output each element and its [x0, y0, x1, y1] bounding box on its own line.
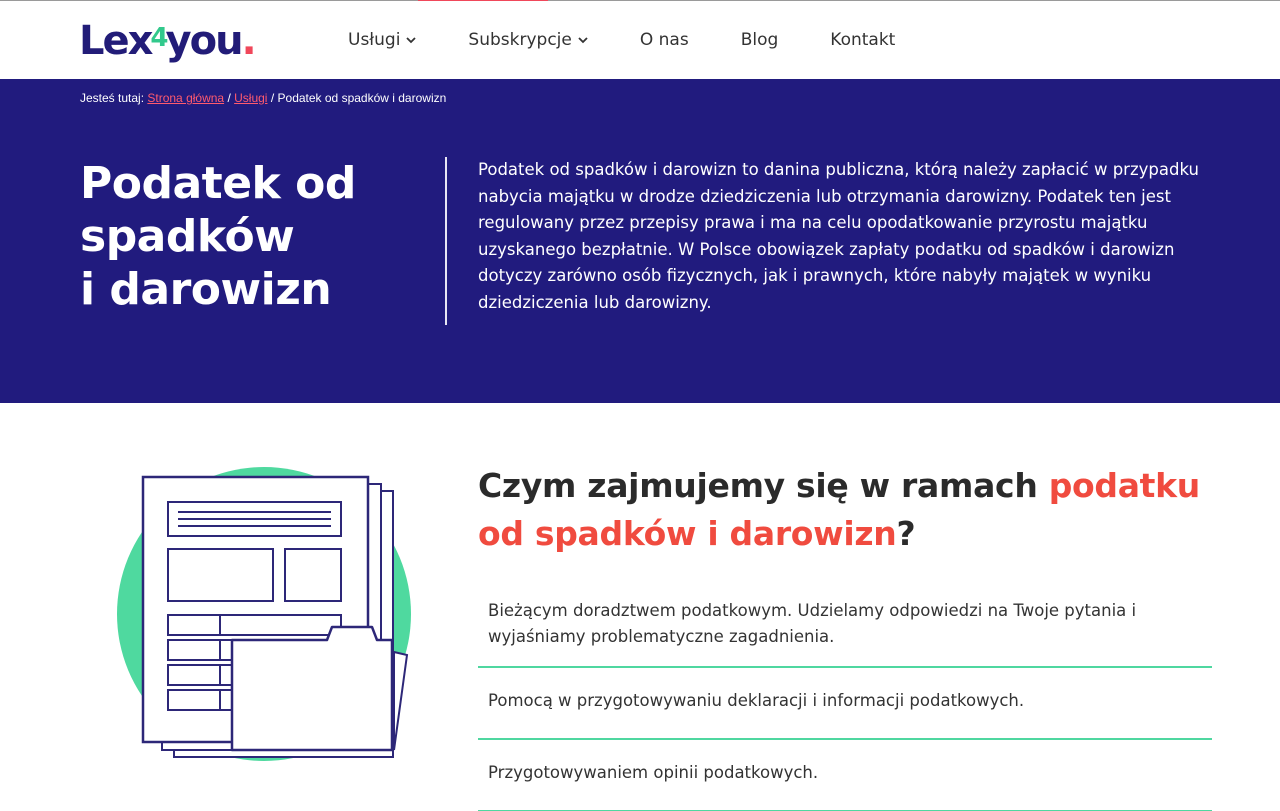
list-item: Przygotowywaniem opinii podatkowych. [478, 740, 1212, 811]
section-title-end: ? [896, 514, 916, 553]
page-title-line: i darowizn [80, 264, 332, 315]
page-title: Podatek od spadków i darowizn [80, 157, 410, 316]
logo-text-lex: Lex [79, 18, 153, 64]
section-title: Czym zajmujemy się w ramach podatku od s… [478, 462, 1238, 558]
page-title-line: Podatek od [80, 158, 356, 209]
breadcrumb-prefix: Jesteś tutaj: [80, 91, 145, 105]
breadcrumb-current: Podatek od spadków i darowizn [277, 91, 447, 105]
hero-divider [445, 157, 447, 325]
list-item: Bieżącym doradztwem podatkowym. Udzielam… [478, 590, 1212, 668]
hero-description: Podatek od spadków i darowizn to danina … [478, 160, 1199, 312]
section-title-plain: Czym zajmujemy się w ramach [478, 466, 1049, 505]
main-nav: Usługi Subskrypcje O nas Blog Kontakt [348, 1, 947, 79]
logo-text-four: 4 [150, 23, 168, 53]
list-item: Pomocą w przygotowywaniu deklaracji i in… [478, 668, 1212, 740]
breadcrumb: Jesteś tutaj: Strona główna / Usługi / P… [80, 91, 446, 105]
nav-item-o-nas[interactable]: O nas [640, 30, 689, 50]
nav-item-blog[interactable]: Blog [741, 30, 779, 50]
nav-item-label: Usługi [348, 30, 401, 50]
hero-section: Jesteś tutaj: Strona główna / Usługi / P… [0, 79, 1280, 403]
page-title-line: spadków [80, 211, 295, 262]
documents-folder-illustration [117, 467, 411, 761]
nav-item-uslugi[interactable]: Usługi [348, 30, 417, 50]
logo-dot: . [241, 18, 257, 64]
nav-item-label: Blog [740, 30, 779, 50]
nav-item-subskrypcje[interactable]: Subskrypcje [468, 30, 588, 50]
services-list: Bieżącym doradztwem podatkowym. Udzielam… [478, 590, 1212, 811]
logo-text-you: you [165, 18, 244, 64]
breadcrumb-services-link[interactable]: Usługi [234, 91, 267, 105]
nav-item-label: Subskrypcje [468, 30, 572, 50]
breadcrumb-separator: / [270, 91, 275, 105]
breadcrumb-home-link[interactable]: Strona główna [147, 91, 224, 105]
site-header: Lex 4 you . Usługi Subskrypcje O nas Blo… [0, 1, 1280, 79]
logo[interactable]: Lex 4 you . [79, 13, 257, 65]
breadcrumb-separator: / [227, 91, 231, 105]
nav-item-label: Kontakt [830, 30, 896, 50]
nav-item-kontakt[interactable]: Kontakt [830, 30, 895, 50]
nav-item-label: O nas [639, 30, 689, 50]
chevron-down-icon [406, 37, 417, 44]
chevron-down-icon [578, 37, 588, 44]
